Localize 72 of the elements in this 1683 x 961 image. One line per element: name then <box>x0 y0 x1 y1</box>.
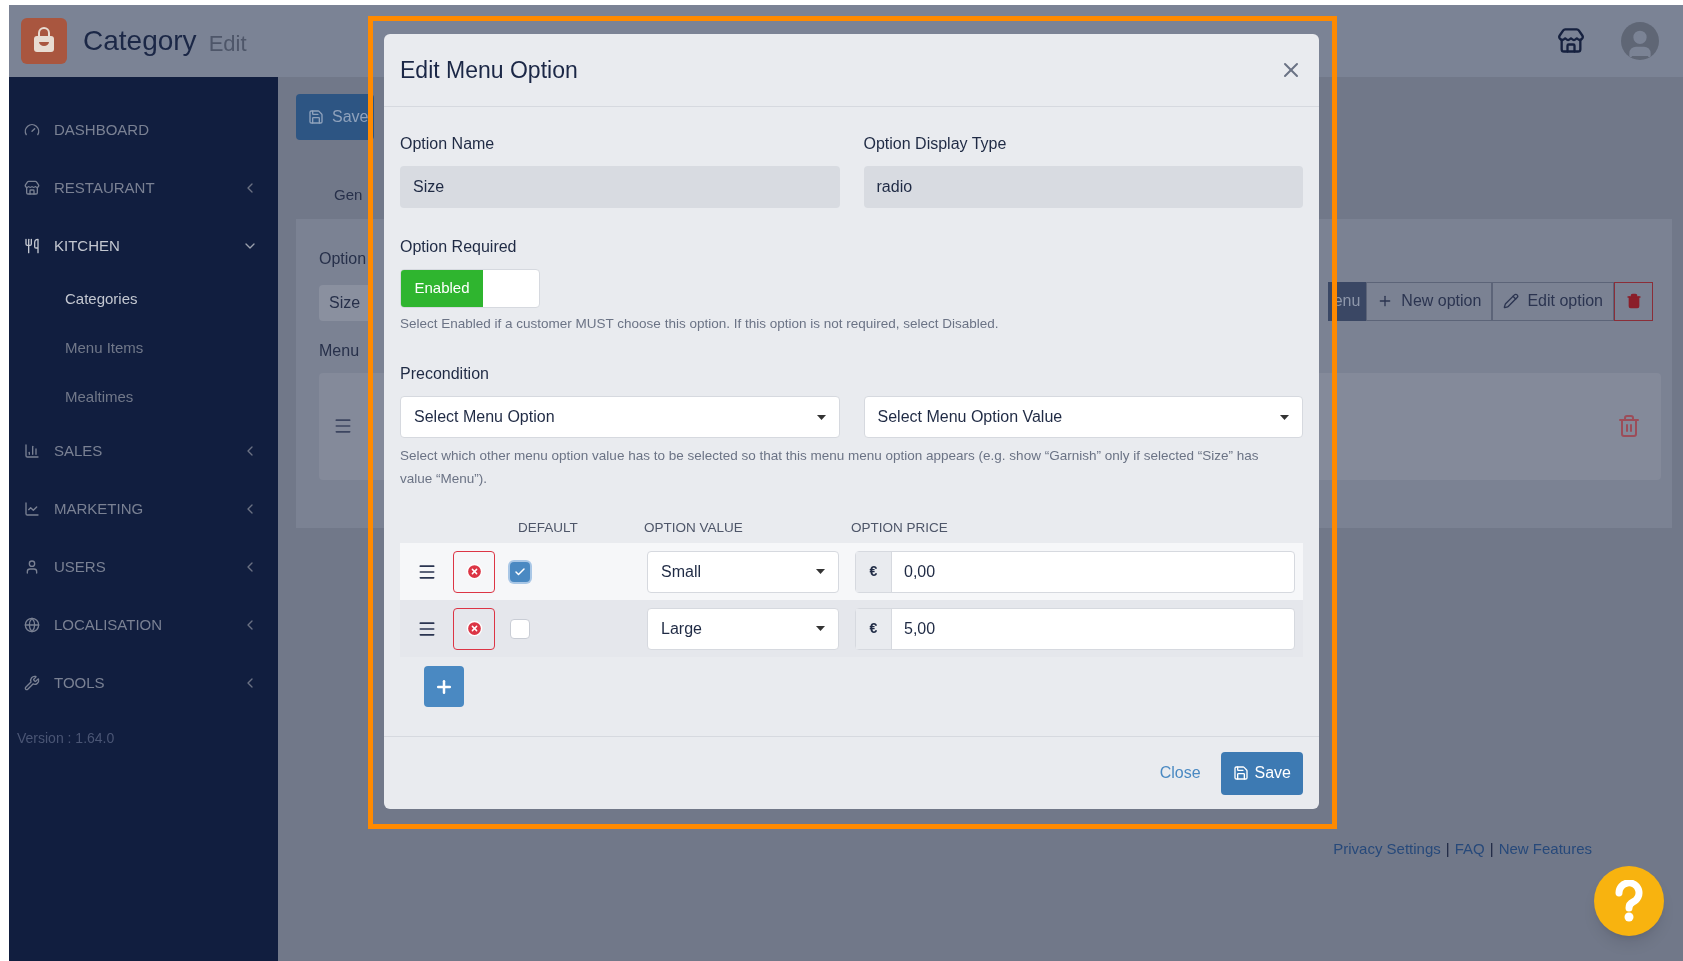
shopping-bag-logo-icon <box>21 18 67 64</box>
read-only-field[interactable]: Size <box>400 166 840 208</box>
option-value-select[interactable]: Large <box>647 607 839 650</box>
caret-icon <box>816 414 826 420</box>
field-label: Precondition <box>400 364 490 385</box>
sidebar-item[interactable]: DASHBOARD <box>9 101 278 159</box>
pencil-icon <box>1503 293 1520 309</box>
currency-addon: € <box>856 551 892 592</box>
field-label: Option Display Type <box>863 134 1008 154</box>
separator-text: | <box>1445 838 1450 859</box>
sidebar-item[interactable]: SALES <box>9 422 278 480</box>
tab[interactable]: Gen <box>334 184 363 207</box>
sidebar-item[interactable]: TOOLS <box>9 654 278 712</box>
price-input[interactable]: € 5,00 <box>855 607 1295 650</box>
x-circle-icon <box>465 620 483 638</box>
dropdown-select[interactable]: Select Menu Option <box>400 396 840 439</box>
currency-addon: € <box>856 608 892 649</box>
dialog-title: Edit Menu Option <box>400 55 578 85</box>
column-header: OPTION VALUE <box>644 519 744 538</box>
caret-icon <box>816 626 825 632</box>
gauge-icon <box>24 122 40 138</box>
sidebar-item[interactable]: MARKETING <box>9 480 278 538</box>
trash-icon <box>1625 293 1642 309</box>
user-icon <box>24 559 40 575</box>
default-checkbox[interactable] <box>510 561 530 582</box>
sidebar-subitem[interactable]: Mealtimes <box>9 373 278 422</box>
sidebar-subitem[interactable]: Menu Items <box>9 324 278 373</box>
line-chart-icon <box>24 501 40 517</box>
question-mark-icon <box>1614 880 1644 922</box>
caret-icon <box>1280 414 1289 420</box>
default-checkbox[interactable] <box>510 618 530 639</box>
x-circle-icon <box>465 563 483 581</box>
toggle-switch[interactable]: Enabled <box>400 269 540 308</box>
field-label: Option Name <box>400 134 496 154</box>
version-text: Version : 1.64.0 <box>16 729 116 748</box>
delete-button[interactable] <box>1614 281 1653 321</box>
price-input[interactable]: € 0,00 <box>855 550 1295 593</box>
column-header: OPTION PRICE <box>851 519 948 538</box>
page-title: Category <box>83 24 197 58</box>
option-value-select[interactable]: Small <box>647 550 839 593</box>
read-only-field[interactable]: radio <box>863 166 1303 208</box>
sidebar-item[interactable]: USERS <box>9 538 278 596</box>
save-button[interactable]: Save <box>1220 751 1303 795</box>
help-text: Select Enabled if a customer MUST choose this option. If this option is not required, select Disabled. <box>400 315 1000 333</box>
remove-row-button[interactable] <box>453 607 495 650</box>
store-icon <box>24 180 40 196</box>
store-icon[interactable] <box>1557 27 1585 55</box>
edit-option-button[interactable]: Edit option <box>1492 281 1614 321</box>
close-button[interactable]: Close <box>1159 761 1201 785</box>
option-select[interactable]: Size <box>319 284 371 321</box>
check-icon <box>514 565 526 578</box>
sidebar-subitem[interactable]: Categories <box>9 275 278 324</box>
sidebar-item[interactable]: LOCALISATION <box>9 596 278 654</box>
remove-row-button[interactable] <box>453 550 495 593</box>
help-text: Select which other menu option value has to be selected so that this menu menu option appears (e.g. show “Garnish” only if selected “Size” has value “Menu”). <box>400 447 1260 489</box>
drag-handle-icon <box>333 416 353 436</box>
dropdown-select[interactable]: Select Menu Option Value <box>863 396 1303 439</box>
field-label: Option Required <box>400 237 518 257</box>
add-row-button[interactable] <box>424 666 464 708</box>
fork-knife-icon <box>24 238 40 254</box>
column-header: DEFAULT <box>518 519 579 538</box>
separator-text: | <box>1489 838 1494 859</box>
bar-chart-icon <box>24 443 40 459</box>
field-label: Option <box>319 248 368 269</box>
caret-icon <box>816 569 825 575</box>
save-button[interactable]: Save <box>296 94 374 140</box>
globe-icon <box>24 617 40 633</box>
section-label: Menu <box>319 340 360 361</box>
sidebar-item[interactable]: KITCHEN <box>9 217 278 275</box>
wrench-icon <box>24 675 40 691</box>
new-option-button[interactable]: New option <box>1366 281 1493 321</box>
sidebar-item[interactable]: RESTAURANT <box>9 159 278 217</box>
